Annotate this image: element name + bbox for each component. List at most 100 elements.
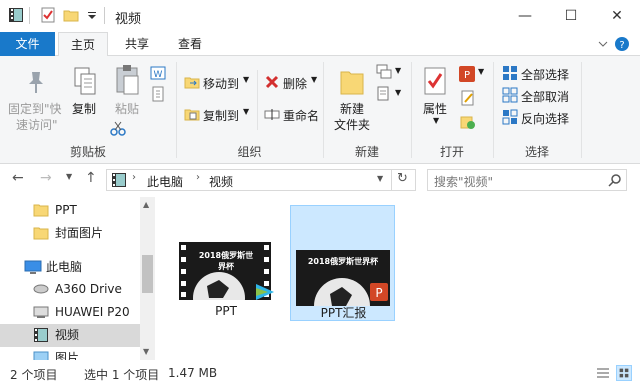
customize-qa-icon[interactable]: [84, 7, 100, 23]
scissors-icon[interactable]: [110, 120, 126, 136]
easy-access-icon[interactable]: [376, 86, 394, 102]
tab-view[interactable]: 查看: [165, 32, 215, 56]
new-folder-icon[interactable]: [339, 66, 365, 96]
copy-to-button[interactable]: 复制到: [203, 107, 239, 124]
breadcrumb-separator-icon[interactable]: ›: [132, 172, 136, 183]
pin-icon[interactable]: [22, 68, 50, 96]
new-folder-label[interactable]: 新建: [340, 100, 364, 117]
help-icon[interactable]: ?: [614, 36, 630, 52]
delete-icon[interactable]: [264, 74, 280, 90]
paste-icon[interactable]: [114, 64, 142, 96]
cut-icon[interactable]: W: [150, 66, 166, 80]
device-icon: [33, 306, 49, 318]
nav-scrollbar[interactable]: ▲ ▼: [140, 197, 155, 360]
select-group-label: 选择: [524, 145, 549, 159]
svg-text:P: P: [375, 286, 382, 300]
properties-caret-icon[interactable]: ▼: [433, 116, 439, 125]
copy-to-icon[interactable]: [184, 106, 200, 122]
nav-item-huawei[interactable]: HUAWEI P20: [0, 301, 140, 324]
ribbon: 固定到"快 速访问" 复制 粘贴 W 剪贴板 移动到 ▼ 复制到 ▼ 删除 ▼ …: [0, 56, 640, 164]
address-bar[interactable]: › 此电脑 › 视频 ▼ ↻: [106, 169, 416, 191]
address-dropdown-icon[interactable]: ▼: [377, 174, 383, 183]
search-icon[interactable]: [608, 173, 622, 187]
tab-share[interactable]: 共享: [112, 32, 162, 56]
svg-text:W: W: [154, 70, 163, 80]
drive-icon: [33, 284, 49, 294]
selected-count: 选中 1 个项目: [84, 368, 160, 382]
scroll-down-icon[interactable]: ▼: [143, 347, 149, 356]
file-name: PPT: [215, 304, 237, 318]
rename-button[interactable]: 重命名: [283, 107, 319, 124]
large-icons-view-icon[interactable]: [616, 365, 632, 381]
nav-item-ppt[interactable]: PPT: [0, 199, 140, 222]
file-item-ppt-report[interactable]: 2018俄罗斯世界杯 P PPT汇报: [290, 205, 395, 321]
forward-arrow-icon[interactable]: →: [40, 170, 52, 186]
minimize-button[interactable]: —: [502, 0, 548, 31]
move-to-icon[interactable]: [184, 74, 200, 90]
scroll-up-icon[interactable]: ▲: [143, 200, 149, 209]
breadcrumb-this-pc[interactable]: 此电脑: [147, 173, 183, 190]
powerpoint-icon: P: [370, 283, 388, 301]
nav-item-label: 封面图片: [55, 226, 104, 240]
select-none-button[interactable]: 全部取消: [521, 88, 569, 105]
nav-item-label: HUAWEI P20: [55, 305, 130, 319]
tab-home[interactable]: 主页: [58, 32, 108, 57]
properties-label[interactable]: 属性: [423, 100, 447, 117]
new-item-icon[interactable]: [376, 64, 394, 80]
invert-selection-button[interactable]: 反向选择: [521, 110, 569, 127]
breadcrumb-separator-icon[interactable]: ›: [196, 172, 200, 183]
pin-label[interactable]: 固定到"快: [8, 100, 62, 117]
back-arrow-icon[interactable]: ←: [12, 170, 24, 186]
folder-icon: [33, 227, 49, 240]
delete-caret-icon[interactable]: ▼: [311, 75, 317, 84]
history-icon[interactable]: [460, 114, 476, 130]
copy-to-caret-icon[interactable]: ▼: [243, 107, 249, 116]
select-all-icon[interactable]: [502, 65, 518, 81]
powerpoint-icon[interactable]: P: [458, 65, 476, 83]
tab-file[interactable]: 文件: [0, 32, 55, 56]
select-none-icon[interactable]: [502, 87, 518, 103]
properties-quick-icon[interactable]: [40, 7, 56, 23]
properties-icon[interactable]: [422, 66, 448, 96]
selected-size: 1.47 MB: [168, 366, 218, 380]
copy-icon[interactable]: [73, 66, 97, 96]
recent-locations-icon[interactable]: ▼: [66, 172, 72, 181]
navigation-pane: PPT 封面图片 此电脑 A360 Drive HUAWEI P20 视频 图片: [0, 197, 155, 360]
nav-item-pictures[interactable]: 图片: [0, 347, 140, 360]
paste-label[interactable]: 粘贴: [115, 100, 139, 117]
file-name: PPT汇报: [320, 306, 367, 320]
open-caret-icon[interactable]: ▼: [478, 67, 484, 76]
search-input[interactable]: 搜索"视频": [434, 173, 493, 190]
file-item-ppt[interactable]: 2018俄罗斯世界杯 PPT: [168, 232, 284, 322]
maximize-button[interactable]: ☐: [548, 0, 594, 31]
invert-selection-icon[interactable]: [502, 109, 518, 125]
scroll-thumb[interactable]: [142, 255, 153, 293]
easy-access-caret-icon[interactable]: ▼: [395, 88, 401, 97]
new-folder-quick-icon[interactable]: [63, 7, 79, 23]
window-title: 视频: [115, 12, 142, 27]
copy-path-icon[interactable]: [150, 86, 166, 102]
refresh-icon[interactable]: ↻: [397, 171, 408, 186]
svg-text:?: ?: [619, 40, 624, 51]
nav-item-this-pc[interactable]: 此电脑: [0, 256, 140, 279]
nav-item-videos[interactable]: 视频: [0, 324, 140, 347]
move-to-caret-icon[interactable]: ▼: [243, 75, 249, 84]
details-view-icon[interactable]: [596, 366, 610, 380]
select-all-button[interactable]: 全部选择: [521, 66, 569, 83]
breadcrumb-videos[interactable]: 视频: [209, 173, 233, 190]
copy-label[interactable]: 复制: [72, 100, 96, 117]
nav-item-cover-images[interactable]: 封面图片: [0, 222, 140, 245]
chevron-down-icon[interactable]: [598, 40, 608, 48]
new-item-caret-icon[interactable]: ▼: [395, 66, 401, 75]
move-to-button[interactable]: 移动到: [203, 75, 239, 92]
search-box[interactable]: 搜索"视频": [427, 169, 627, 191]
rename-icon[interactable]: [264, 106, 280, 122]
close-button[interactable]: ✕: [594, 0, 640, 31]
up-arrow-icon[interactable]: ↑: [85, 170, 97, 186]
ribbon-tabs: 文件 主页 共享 查看 ?: [0, 32, 640, 57]
edit-icon[interactable]: [460, 90, 476, 106]
nav-item-a360[interactable]: A360 Drive: [0, 278, 140, 301]
delete-button[interactable]: 删除: [283, 75, 307, 92]
thumbnail-text: 2018俄罗斯世界杯: [307, 257, 379, 266]
new-group-label: 新建: [354, 145, 379, 159]
